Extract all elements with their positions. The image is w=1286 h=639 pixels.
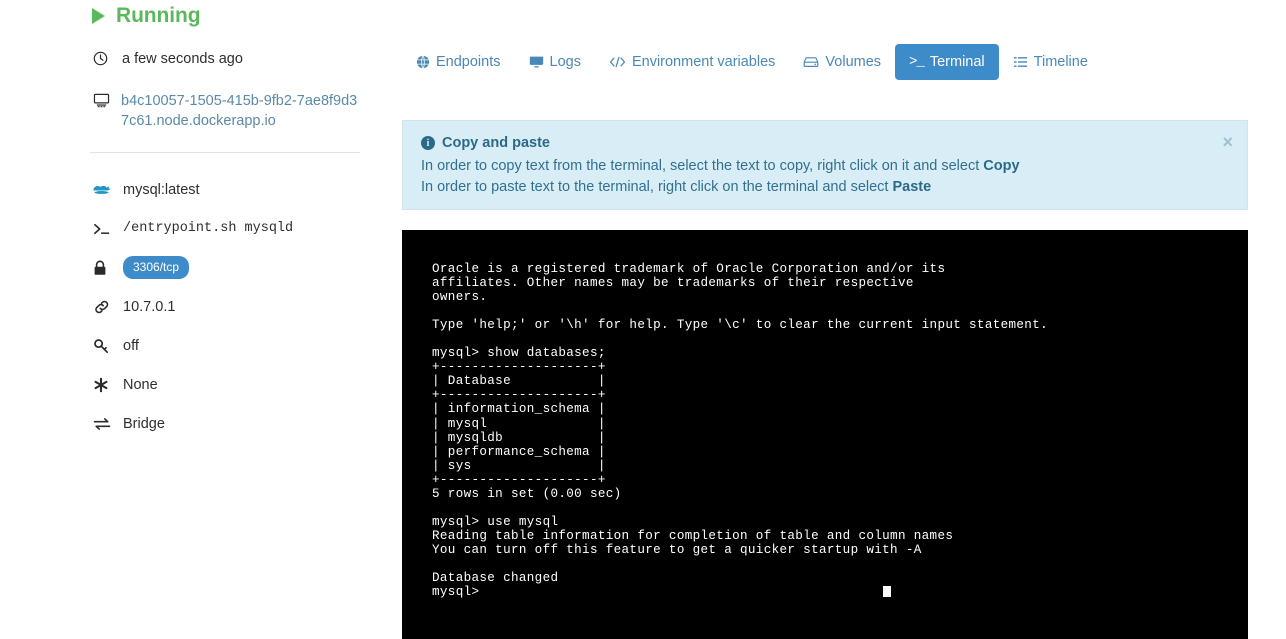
tab-environment-variables[interactable]: Environment variables [595, 44, 789, 80]
terminal-cursor [883, 586, 891, 597]
alert-line-copy-text: In order to copy text from the terminal,… [421, 158, 984, 174]
alert-paste-keyword: Paste [892, 179, 932, 195]
info-item-restart: None [93, 365, 373, 404]
alert-copy-keyword: Copy [983, 158, 1020, 174]
info-item-image: mysql:latest [93, 170, 373, 209]
exchange-icon [93, 417, 117, 431]
tab-label-logs: Logs [549, 54, 581, 70]
docker-whale-icon [93, 183, 117, 197]
sidebar: Running a few seconds ago b4c10057-1505-… [0, 0, 380, 639]
container-info-list: mysql:latest /entrypoint.sh mysqld 3306/… [93, 170, 373, 443]
tab-label-volumes: Volumes [825, 54, 882, 70]
list-icon [1013, 55, 1028, 69]
code-icon [609, 55, 626, 69]
last-updated-row: a few seconds ago [93, 51, 243, 67]
info-icon: i [421, 136, 435, 150]
play-icon [92, 8, 105, 24]
status-label: Running [116, 4, 201, 27]
close-icon[interactable]: × [1222, 133, 1233, 151]
tab-volumes[interactable]: Volumes [789, 44, 895, 80]
lock-icon [93, 260, 117, 276]
link-icon [93, 299, 117, 315]
tab-logs[interactable]: Logs [515, 44, 595, 80]
tab-terminal[interactable]: >_ Terminal [895, 44, 999, 80]
tab-label-endpoints: Endpoints [436, 54, 501, 70]
clock-icon [93, 51, 113, 66]
container-status: Running [92, 4, 201, 28]
alert-line-paste: In order to paste text to the terminal, … [421, 177, 1229, 198]
tab-bar: Endpoints Logs Environment variables Vol… [402, 44, 1102, 80]
terminal-prompt-icon [93, 222, 117, 236]
monitor-icon [529, 55, 544, 69]
alert-line-paste-text: In order to paste text to the terminal, … [421, 179, 893, 195]
host-link[interactable]: b4c10057-1505-415b-9fb2-7ae8f9d37c61.nod… [121, 91, 363, 131]
info-label-restart: None [123, 376, 158, 393]
info-item-command: /entrypoint.sh mysqld [93, 209, 373, 248]
info-item-ports: 3306/tcp [93, 248, 373, 287]
terminal-prompt-icon: >_ [909, 54, 925, 70]
terminal-panel[interactable]: Oracle is a registered trademark of Orac… [402, 230, 1248, 639]
globe-icon [416, 55, 430, 69]
info-label-image: mysql:latest [123, 181, 200, 198]
info-item-network: Bridge [93, 404, 373, 443]
info-label-command: /entrypoint.sh mysqld [123, 221, 294, 236]
tab-endpoints[interactable]: Endpoints [402, 44, 515, 80]
alert-line-copy: In order to copy text from the terminal,… [421, 156, 1229, 177]
info-label-network: Bridge [123, 415, 165, 432]
terminal-output: Oracle is a registered trademark of Orac… [432, 262, 1049, 600]
asterisk-icon [93, 377, 117, 393]
container-details-page: Running a few seconds ago b4c10057-1505-… [0, 0, 1286, 639]
port-badge[interactable]: 3306/tcp [123, 256, 190, 279]
key-icon [93, 338, 117, 354]
info-item-ip: 10.7.0.1 [93, 287, 373, 326]
last-updated-label: a few seconds ago [122, 51, 243, 67]
info-label-ip: 10.7.0.1 [123, 298, 176, 315]
tab-label-terminal: Terminal [929, 54, 985, 70]
info-item-privileged: off [93, 326, 373, 365]
info-label-privileged: off [123, 337, 139, 354]
alert-title-row: i Copy and paste [421, 135, 1229, 151]
sidebar-divider [90, 152, 360, 153]
monitor-icon [93, 91, 113, 108]
alert-title: Copy and paste [442, 135, 550, 151]
host-row: b4c10057-1505-415b-9fb2-7ae8f9d37c61.nod… [93, 91, 363, 131]
hdd-icon [803, 55, 819, 69]
copy-paste-alert: i Copy and paste In order to copy text f… [402, 120, 1248, 210]
tab-label-environment-variables: Environment variables [631, 54, 776, 70]
tab-timeline[interactable]: Timeline [999, 44, 1102, 80]
tab-label-timeline: Timeline [1033, 54, 1088, 70]
